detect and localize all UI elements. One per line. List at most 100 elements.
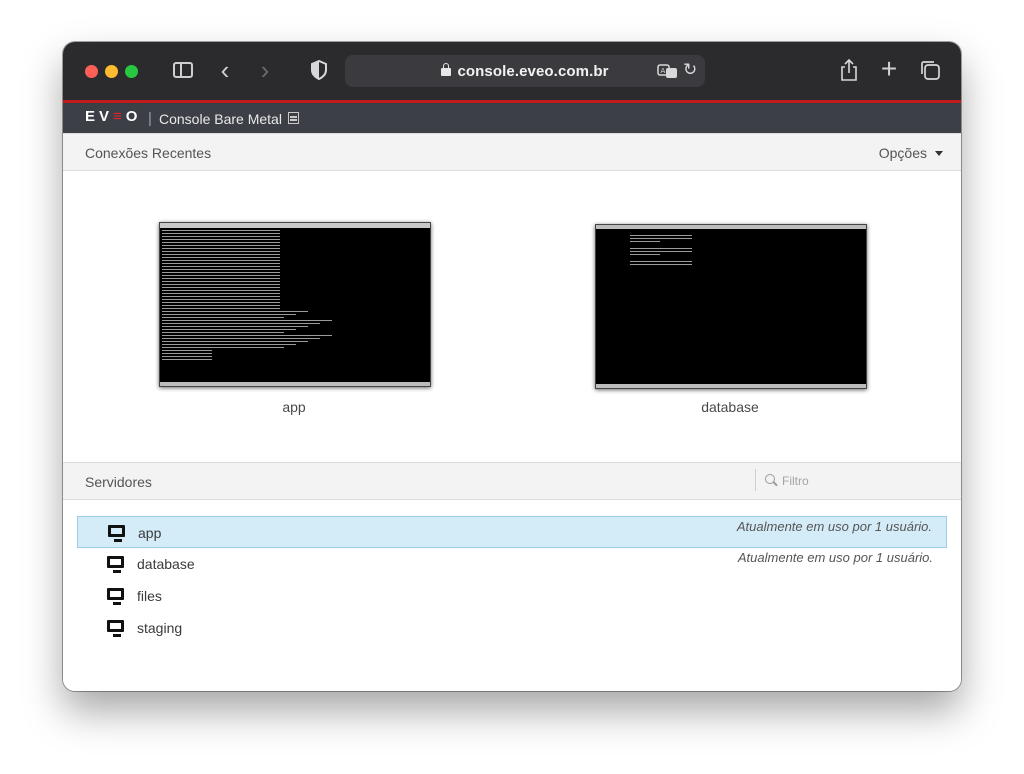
tabs-overview-icon[interactable]	[919, 59, 941, 81]
logo-part: EV	[85, 108, 114, 125]
server-row-staging[interactable]: staging	[77, 612, 947, 644]
new-tab-plus-icon[interactable]: +	[879, 53, 899, 84]
terminal-line	[162, 332, 284, 333]
recent-connection-thumbnail-app[interactable]	[159, 222, 431, 387]
close-window-button[interactable]	[85, 65, 98, 78]
recent-connections-title: Conexões Recentes	[85, 145, 212, 161]
terminal-line	[162, 347, 284, 348]
terminal-line	[162, 308, 280, 309]
terminal-line	[162, 278, 280, 279]
terminal-line	[162, 245, 280, 246]
share-icon[interactable]	[839, 57, 859, 83]
terminal-line	[162, 317, 284, 318]
svg-text:A: A	[661, 67, 666, 75]
filter-box	[755, 469, 945, 491]
options-menu-button[interactable]: Opções	[879, 145, 943, 161]
terminal-line	[162, 293, 280, 294]
server-name: database	[137, 556, 195, 572]
monitor-icon	[107, 588, 124, 605]
browser-toolbar: ‹ › console.eveo.com.br A ↻ +	[63, 42, 961, 100]
terminal-line	[162, 320, 332, 321]
lock-icon	[441, 63, 452, 76]
options-label: Opções	[878, 145, 927, 161]
terminal-line	[162, 233, 280, 234]
terminal-line	[162, 254, 280, 255]
shield-icon[interactable]	[309, 59, 329, 81]
terminal-line	[162, 290, 280, 291]
server-list: app Atualmente em uso por 1 usuário. dat…	[63, 500, 961, 691]
zoom-window-button[interactable]	[125, 65, 138, 78]
terminal-menubar	[160, 223, 430, 228]
terminal-line	[162, 257, 280, 258]
sidebar-icon[interactable]	[173, 62, 193, 78]
terminal-line	[162, 263, 280, 264]
terminal-line	[162, 260, 280, 261]
server-row-files[interactable]: files	[77, 580, 947, 612]
terminal-line	[162, 311, 308, 312]
recent-connection-thumbnail-database[interactable]	[595, 224, 867, 389]
terminal-line	[630, 254, 660, 255]
logo-part: ≡	[113, 108, 126, 125]
recent-connections-header: Conexões Recentes Opções	[63, 133, 961, 171]
terminal-line	[162, 287, 280, 288]
terminal-line	[162, 266, 280, 267]
terminal-line	[162, 284, 280, 285]
terminal-statusbar	[596, 384, 866, 388]
terminal-line	[162, 338, 320, 339]
terminal-line	[162, 353, 212, 354]
terminal-line	[162, 323, 320, 324]
recent-connections-area: app database	[63, 171, 961, 462]
terminal-line	[630, 261, 692, 262]
minimize-window-button[interactable]	[105, 65, 118, 78]
terminal-line	[162, 251, 280, 252]
header-separator: |	[148, 110, 152, 127]
terminal-line	[162, 269, 280, 270]
terminal-line	[162, 242, 280, 243]
terminal-line	[162, 236, 280, 237]
terminal-line	[630, 235, 692, 236]
address-bar[interactable]: console.eveo.com.br A ↻	[345, 55, 705, 87]
logo-part: O	[125, 108, 142, 125]
terminal-line	[162, 329, 296, 330]
terminal-line	[162, 281, 280, 282]
terminal-line	[630, 238, 692, 239]
url-label: console.eveo.com.br	[457, 63, 609, 80]
browser-window: ‹ › console.eveo.com.br A ↻ + EV≡O | Con…	[63, 42, 961, 691]
terminal-statusbar	[160, 382, 430, 386]
terminal-line	[162, 314, 296, 315]
address-bar-text[interactable]: console.eveo.com.br	[345, 63, 705, 80]
terminal-line	[162, 344, 296, 345]
translate-icon[interactable]: A	[657, 63, 679, 79]
server-name: app	[138, 525, 162, 541]
terminal-line	[162, 248, 280, 249]
server-name: files	[137, 588, 162, 604]
monitor-icon	[108, 525, 125, 542]
terminal-output	[630, 235, 700, 267]
search-icon	[765, 474, 775, 484]
caret-down-icon	[935, 151, 943, 156]
server-row-app[interactable]: app Atualmente em uso por 1 usuário.	[77, 516, 947, 548]
terminal-menubar	[596, 225, 866, 229]
terminal-line	[162, 341, 308, 342]
servers-header: Servidores	[63, 462, 961, 500]
terminal-line	[162, 359, 212, 360]
terminal-line	[162, 230, 280, 231]
terminal-line	[162, 296, 280, 297]
server-row-database[interactable]: database Atualmente em uso por 1 usuário…	[77, 548, 947, 580]
servers-title: Servidores	[85, 474, 152, 490]
forward-icon[interactable]: ›	[255, 55, 275, 85]
reload-icon[interactable]: ↻	[683, 60, 701, 80]
filter-input[interactable]	[780, 471, 944, 491]
server-status: Atualmente em uso por 1 usuário.	[736, 519, 932, 534]
eveo-logo[interactable]: EV≡O	[85, 108, 141, 125]
app-title: Console Bare Metal	[159, 111, 282, 127]
app-header: EV≡O | Console Bare Metal	[63, 100, 961, 133]
recent-connection-label[interactable]: database	[595, 399, 865, 415]
recent-connection-label[interactable]: app	[159, 399, 429, 415]
server-status: Atualmente em uso por 1 usuário.	[737, 550, 933, 565]
terminal-line	[630, 264, 692, 265]
back-icon[interactable]: ‹	[215, 55, 235, 85]
terminal-line	[162, 356, 212, 357]
server-rack-icon	[288, 112, 299, 124]
terminal-line	[162, 302, 280, 303]
